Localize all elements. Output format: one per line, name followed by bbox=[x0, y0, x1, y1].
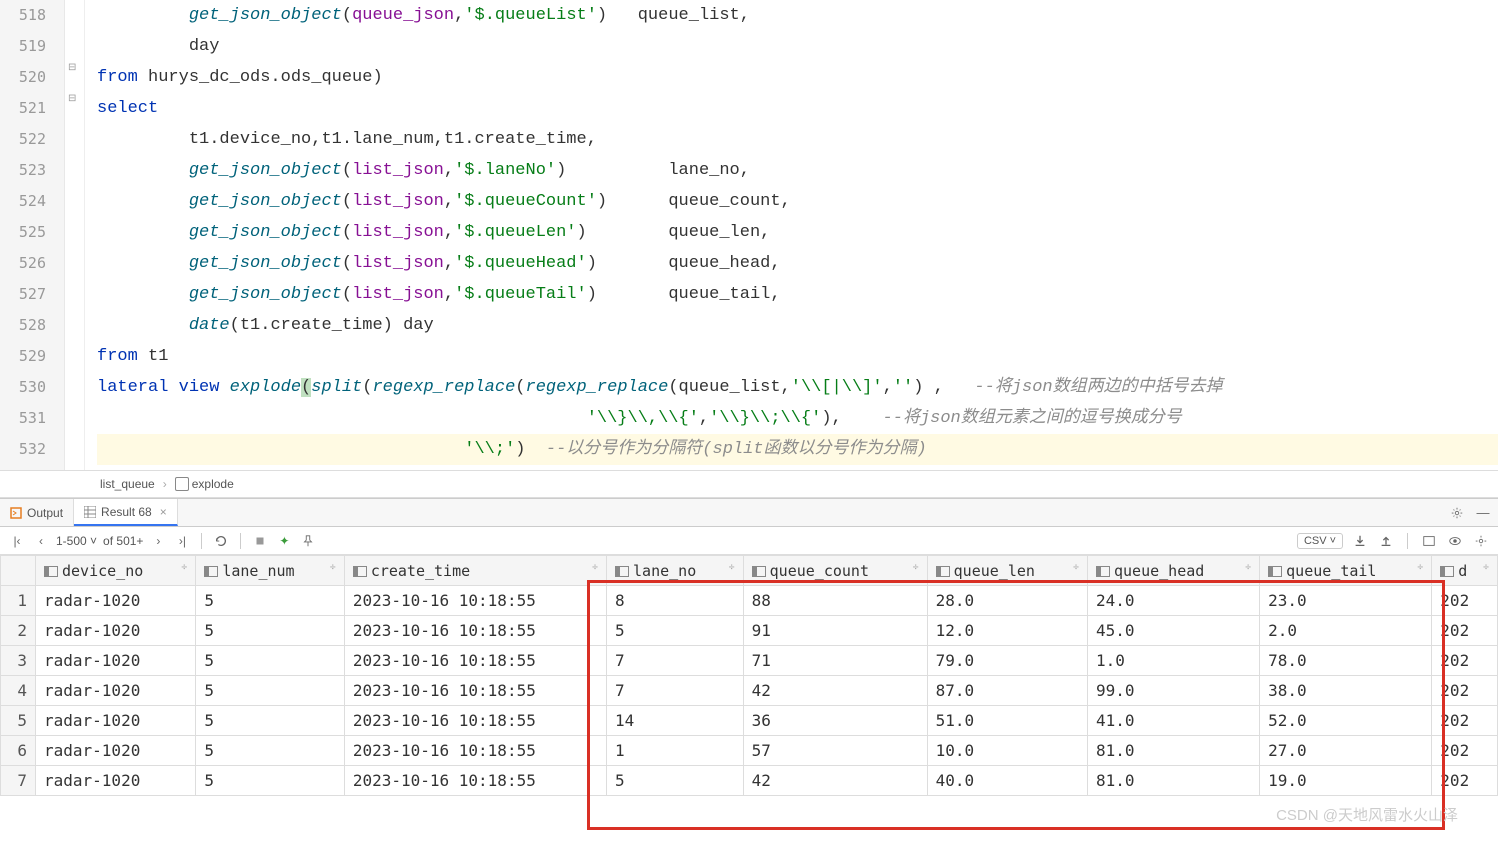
next-page-icon[interactable]: › bbox=[149, 532, 167, 550]
code-content[interactable]: get_json_object(queue_json,'$.queueList'… bbox=[85, 0, 1498, 470]
tab-output[interactable]: Output bbox=[0, 499, 74, 526]
results-panel: Output Result 68× — |‹ ‹ 1-500 ˅ of 501+… bbox=[0, 498, 1498, 796]
page-range[interactable]: 1-500 ˅ bbox=[56, 534, 97, 548]
column-header-device_no[interactable]: device_no÷ bbox=[36, 556, 196, 586]
table-row[interactable]: 2radar-102052023-10-16 10:18:5559112.045… bbox=[1, 616, 1498, 646]
table-row[interactable]: 4radar-102052023-10-16 10:18:5574287.099… bbox=[1, 676, 1498, 706]
column-header-queue_count[interactable]: queue_count÷ bbox=[743, 556, 927, 586]
breadcrumb-item[interactable]: list_queue bbox=[100, 477, 155, 491]
close-icon[interactable]: × bbox=[160, 505, 167, 519]
table-row[interactable]: 7radar-102052023-10-16 10:18:5554240.081… bbox=[1, 766, 1498, 796]
breadcrumb-item[interactable]: explode bbox=[175, 477, 234, 492]
eye-icon[interactable] bbox=[1446, 532, 1464, 550]
pin-icon[interactable] bbox=[299, 532, 317, 550]
table-icon bbox=[84, 506, 96, 518]
refresh-icon[interactable] bbox=[212, 532, 230, 550]
add-row-icon[interactable]: ✦ bbox=[275, 532, 293, 550]
result-grid[interactable]: device_no÷lane_num÷create_time÷lane_no÷q… bbox=[0, 555, 1498, 796]
column-header-lane_no[interactable]: lane_no÷ bbox=[607, 556, 744, 586]
panel-tabs: Output Result 68× — bbox=[0, 499, 1498, 527]
page-total: of 501+ bbox=[103, 534, 143, 548]
last-page-icon[interactable]: ›| bbox=[173, 532, 191, 550]
table-row[interactable]: 6radar-102052023-10-16 10:18:5515710.081… bbox=[1, 736, 1498, 766]
line-gutter: 5185195205215225235245255265275285295305… bbox=[0, 0, 65, 470]
code-editor[interactable]: 5185195205215225235245255265275285295305… bbox=[0, 0, 1498, 470]
first-page-icon[interactable]: |‹ bbox=[8, 532, 26, 550]
download-icon[interactable] bbox=[1351, 532, 1369, 550]
prev-page-icon[interactable]: ‹ bbox=[32, 532, 50, 550]
output-icon bbox=[10, 507, 22, 519]
table-row[interactable]: 3radar-102052023-10-16 10:18:5577179.01.… bbox=[1, 646, 1498, 676]
fold-column: ⊟ ⊟ bbox=[65, 0, 85, 470]
chevron-right-icon: › bbox=[163, 477, 167, 491]
tab-result[interactable]: Result 68× bbox=[74, 499, 178, 526]
watermark-text: CSDN @天地风雷水火山泽 bbox=[1276, 804, 1458, 825]
export-csv-button[interactable]: CSV ˅ bbox=[1297, 533, 1343, 549]
table-row[interactable]: 5radar-102052023-10-16 10:18:55143651.04… bbox=[1, 706, 1498, 736]
breadcrumb-bar: list_queue › explode bbox=[0, 470, 1498, 498]
table-row[interactable]: 1radar-102052023-10-16 10:18:5588828.024… bbox=[1, 586, 1498, 616]
column-header-queue_tail[interactable]: queue_tail÷ bbox=[1260, 556, 1432, 586]
column-header-d[interactable]: d÷ bbox=[1432, 556, 1498, 586]
minimize-icon[interactable]: — bbox=[1474, 504, 1492, 522]
view-icon[interactable] bbox=[1420, 532, 1438, 550]
column-header-create_time[interactable]: create_time÷ bbox=[344, 556, 606, 586]
column-header-lane_num[interactable]: lane_num÷ bbox=[196, 556, 344, 586]
rownum-header bbox=[1, 556, 36, 586]
gear-icon[interactable] bbox=[1448, 504, 1466, 522]
column-header-queue_len[interactable]: queue_len÷ bbox=[927, 556, 1087, 586]
settings-icon[interactable] bbox=[1472, 532, 1490, 550]
stop-icon[interactable] bbox=[251, 532, 269, 550]
result-toolbar: |‹ ‹ 1-500 ˅ of 501+ › ›| ✦ CSV ˅ bbox=[0, 527, 1498, 555]
column-header-queue_head[interactable]: queue_head÷ bbox=[1087, 556, 1259, 586]
upload-icon[interactable] bbox=[1377, 532, 1395, 550]
